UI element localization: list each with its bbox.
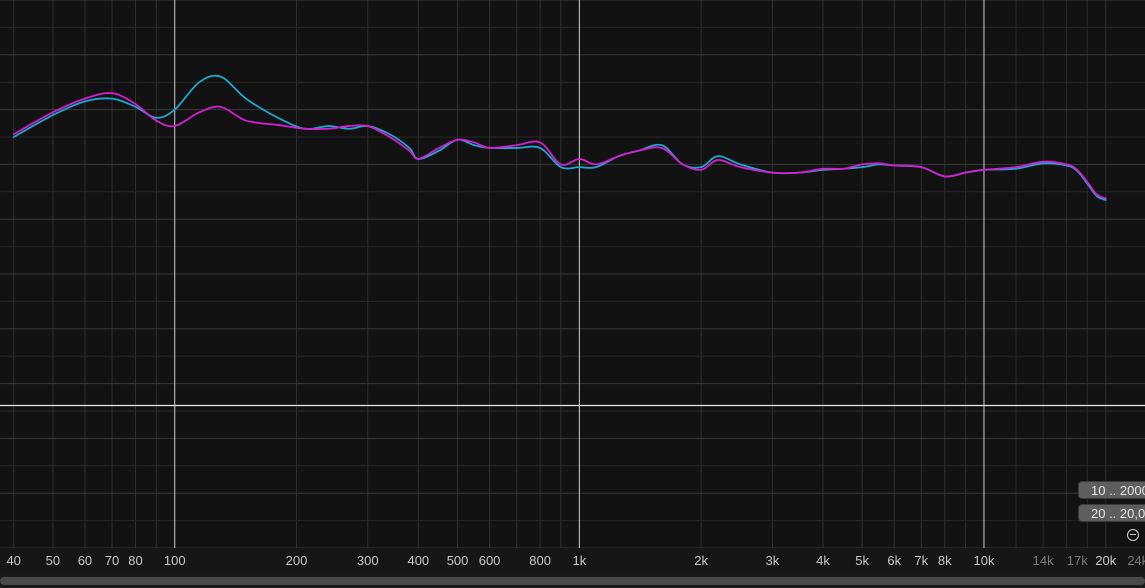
range-button-1[interactable]: 10 .. 20000 xyxy=(1078,481,1145,499)
x-tick-label: 6k xyxy=(887,553,901,568)
x-tick-label: 7k xyxy=(914,553,928,568)
x-tick-label: 24k xyxy=(1127,553,1145,568)
scrollbar-thumb[interactable] xyxy=(0,577,1145,585)
x-tick-label: 70 xyxy=(105,553,119,568)
x-tick-label: 800 xyxy=(529,553,551,568)
x-axis-tick-labels: 40 50 60 70 80 100 200 300 400 500 600 800 1k 2k 3k 4k 5… xyxy=(6,553,1145,568)
x-tick-label: 500 xyxy=(447,553,469,568)
x-tick-label: 60 xyxy=(78,553,92,568)
x-tick-label: 8k xyxy=(938,553,952,568)
x-tick-label: 100 xyxy=(164,553,186,568)
range-button-2[interactable]: 20 .. 20,000 xyxy=(1078,504,1145,522)
x-tick-label: 5k xyxy=(855,553,869,568)
x-tick-label: 3k xyxy=(766,553,780,568)
x-tick-label: 200 xyxy=(286,553,308,568)
x-tick-label: 10k xyxy=(973,553,994,568)
zoom-out-icon[interactable] xyxy=(1127,529,1139,541)
x-tick-label: 2k xyxy=(694,553,708,568)
x-tick-label: 400 xyxy=(407,553,429,568)
x-tick-label: 20k xyxy=(1095,553,1116,568)
x-tick-label: 80 xyxy=(128,553,142,568)
horizontal-scrollbar[interactable] xyxy=(0,574,1145,588)
x-tick-label: 600 xyxy=(479,553,501,568)
grid-horizontal xyxy=(0,0,1145,549)
x-tick-label: 14k xyxy=(1033,553,1054,568)
x-tick-label: 40 xyxy=(6,553,20,568)
x-tick-label: 17k xyxy=(1067,553,1088,568)
x-tick-label: 50 xyxy=(46,553,60,568)
x-tick-label: 300 xyxy=(357,553,379,568)
x-tick-label: 4k xyxy=(816,553,830,568)
spectrum-analyzer-plot: 40 50 60 70 80 100 200 300 400 500 600 800 1k 2k 3k 4k 5… xyxy=(0,0,1145,574)
x-tick-label: 1k xyxy=(572,553,586,568)
